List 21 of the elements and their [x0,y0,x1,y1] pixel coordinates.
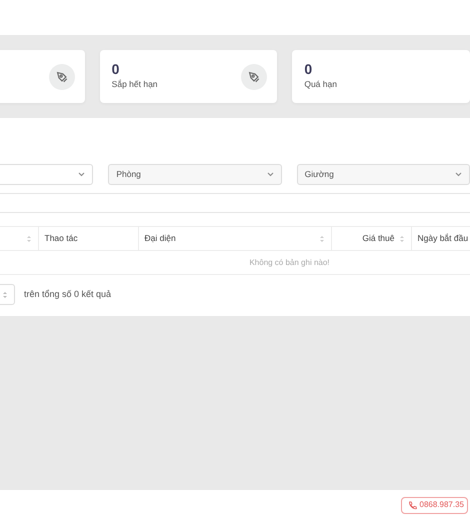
result-summary: trên tổng số 0 kết quả [24,288,112,301]
chevron-down-icon [266,172,274,177]
chevron-down-icon [78,172,86,177]
sort-icon[interactable] [26,234,32,242]
sort-icon [2,290,8,298]
select-field[interactable]: Giường [296,164,470,185]
phone-button[interactable]: 0868.987.35 [400,496,468,514]
select-field[interactable]: Phòng [108,164,282,185]
column-header: Thao tác [44,232,78,245]
chevron-down-icon [454,172,462,177]
stat-label: Quá hạn [304,78,337,91]
stat-value: 0 [112,62,120,78]
column-header: Giá thuê [362,232,394,245]
column-header: Đại diện [144,232,176,245]
stat-label: Sắp hết hạn [112,78,158,91]
column-header: Ngày bắt đầu [418,232,468,245]
empty-message: Không có bản ghi nào! [0,250,470,274]
sort-icon[interactable] [318,234,324,242]
sort-icon[interactable] [398,234,404,242]
stat-value: 0 [304,62,314,78]
phone-icon [408,500,416,510]
